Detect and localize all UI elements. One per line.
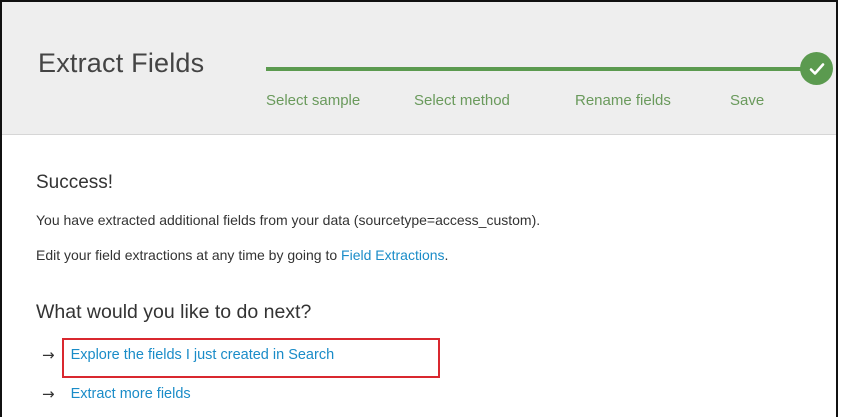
arrow-right-icon: → <box>42 346 55 364</box>
wizard-step-select-method: Select method <box>414 92 510 109</box>
arrow-right-icon: → <box>42 385 55 403</box>
extract-more-fields-label[interactable]: Extract more fields <box>71 386 191 402</box>
extract-fields-window: Extract Fields Select sample Select meth… <box>0 0 838 417</box>
field-extractions-message: Edit your field extractions at any time … <box>36 247 448 263</box>
extract-more-fields-link[interactable]: → Extract more fields <box>42 385 191 403</box>
field-extractions-message-prefix: Edit your field extractions at any time … <box>36 247 342 263</box>
next-steps-title: What would you like to do next? <box>36 301 312 323</box>
wizard-progress-bar <box>266 67 812 71</box>
wizard-header: Extract Fields Select sample Select meth… <box>2 2 836 135</box>
field-extractions-message-suffix: . <box>444 247 449 263</box>
wizard-step-select-sample: Select sample <box>266 92 361 109</box>
success-title: Success! <box>36 172 114 193</box>
success-message: You have extracted additional fields fro… <box>36 212 541 228</box>
field-extractions-link[interactable]: Field Extractions <box>341 247 444 263</box>
check-icon <box>800 52 833 85</box>
wizard-step-rename-fields: Rename fields <box>575 92 671 109</box>
page-title: Extract Fields <box>38 48 205 78</box>
highlight-annotation-box <box>62 338 440 378</box>
wizard-step-save: Save <box>730 92 765 109</box>
